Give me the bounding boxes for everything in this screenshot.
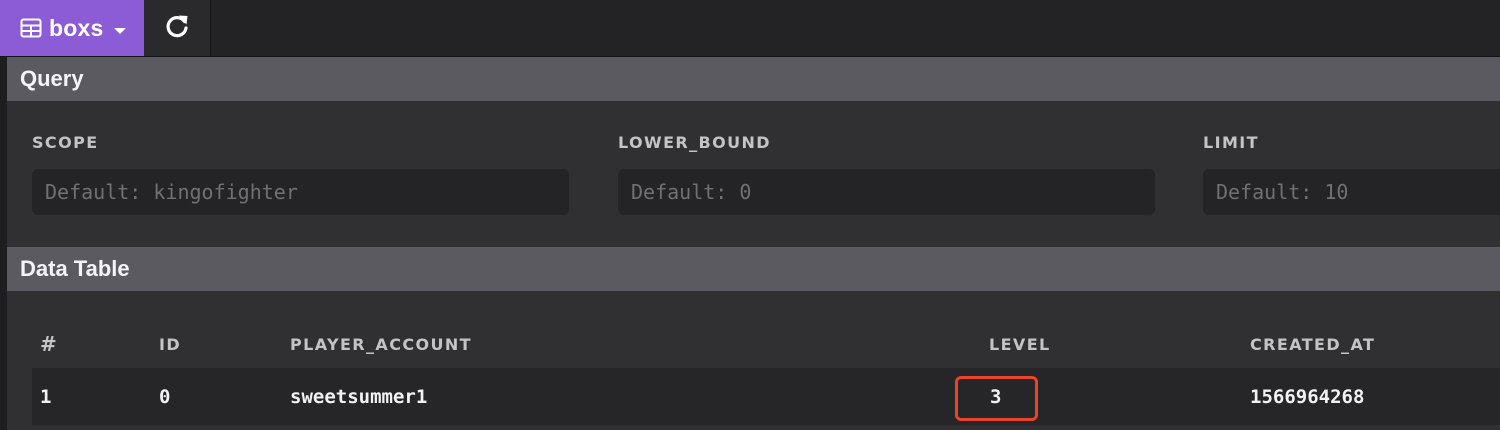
data-table: # ID PLAYER_ACCOUNT LEVEL CREATED_AT 1 0… <box>7 291 1500 430</box>
table-name: boxs <box>49 14 104 41</box>
toolbar: boxs <box>0 0 1500 57</box>
cell-player-account: sweetsummer1 <box>290 386 428 408</box>
cell-id: 0 <box>159 386 171 408</box>
scope-input[interactable] <box>32 169 569 215</box>
data-table-title: Data Table <box>20 256 130 281</box>
lower-bound-input[interactable] <box>618 169 1155 215</box>
caret-down-icon <box>113 23 127 34</box>
cell-created-at: 1566964268 <box>1250 386 1365 408</box>
limit-label: LIMIT <box>1203 133 1259 152</box>
scope-label: SCOPE <box>32 133 99 152</box>
refresh-icon <box>163 12 191 45</box>
refresh-button[interactable] <box>144 0 211 56</box>
level-highlight-box <box>955 376 1038 421</box>
scope-field: SCOPE <box>32 133 569 215</box>
limit-input[interactable] <box>1203 169 1500 215</box>
table-grid-icon <box>20 17 42 39</box>
column-header-index[interactable]: # <box>40 332 57 356</box>
query-title: Query <box>20 66 84 91</box>
column-header-level[interactable]: LEVEL <box>989 335 1051 354</box>
query-form: SCOPE LOWER_BOUND LIMIT <box>7 101 1500 247</box>
query-section-header: Query <box>7 57 1500 101</box>
limit-field: LIMIT <box>1203 133 1500 215</box>
cell-index: 1 <box>40 386 52 408</box>
column-header-created-at[interactable]: CREATED_AT <box>1250 335 1375 354</box>
lower-bound-label: LOWER_BOUND <box>618 133 771 152</box>
left-rail <box>0 57 7 430</box>
lower-bound-field: LOWER_BOUND <box>618 133 1155 215</box>
table-selector-button[interactable]: boxs <box>0 0 144 56</box>
column-header-player-account[interactable]: PLAYER_ACCOUNT <box>290 335 472 354</box>
data-table-section-header: Data Table <box>7 247 1500 291</box>
column-header-id[interactable]: ID <box>159 335 181 354</box>
